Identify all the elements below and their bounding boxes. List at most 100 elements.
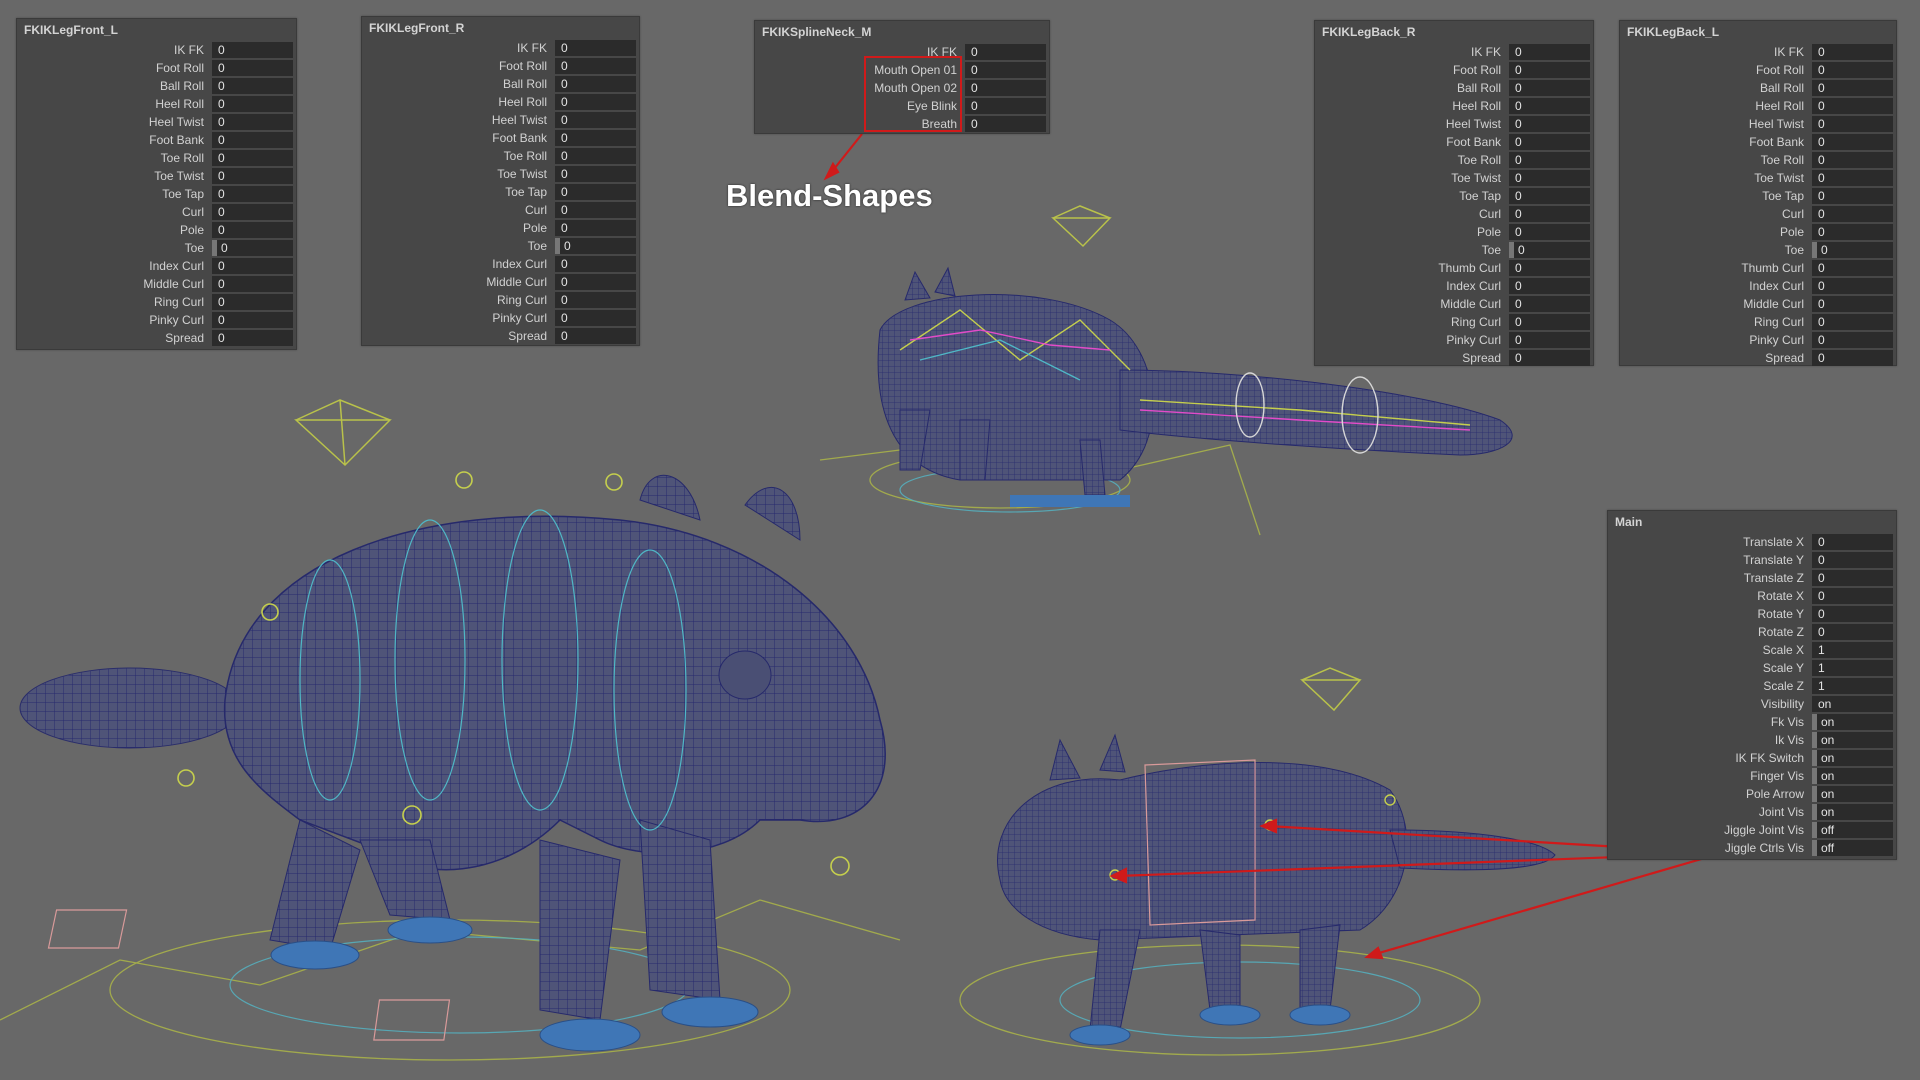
attribute-value-field[interactable]: 0: [212, 78, 293, 94]
attribute-value-field[interactable]: 0: [1812, 588, 1893, 604]
attribute-value-field[interactable]: 0: [555, 94, 636, 110]
attribute-value-field[interactable]: 0: [1812, 98, 1893, 114]
attribute-value-field[interactable]: 0: [1509, 134, 1590, 150]
attribute-value-field[interactable]: 0: [1509, 116, 1590, 132]
attribute-value-field[interactable]: 0: [1812, 552, 1893, 568]
attribute-label: Scale Z: [1763, 679, 1804, 693]
attribute-value-field[interactable]: 0: [1812, 314, 1893, 330]
attribute-value-field[interactable]: 0: [212, 132, 293, 148]
attribute-value-field[interactable]: 0: [212, 96, 293, 112]
attribute-value-field[interactable]: 0: [555, 148, 636, 164]
attribute-value-field[interactable]: 0: [1812, 62, 1893, 78]
attribute-value-field[interactable]: 1: [1812, 678, 1893, 694]
attribute-label: Pinky Curl: [1749, 333, 1804, 347]
attribute-value-field[interactable]: 0: [1812, 534, 1893, 550]
attribute-value-field[interactable]: 0: [1812, 606, 1893, 622]
attribute-value-field[interactable]: 0: [1509, 278, 1590, 294]
attribute-value-field[interactable]: 0: [965, 98, 1046, 114]
attribute-value-field[interactable]: 0: [1509, 242, 1590, 258]
attribute-value-field[interactable]: 0: [1509, 152, 1590, 168]
attribute-value-field[interactable]: 0: [1812, 152, 1893, 168]
attribute-value-field[interactable]: 0: [212, 150, 293, 166]
attribute-value-field[interactable]: on: [1812, 714, 1893, 730]
attribute-value-field[interactable]: 0: [1509, 170, 1590, 186]
attribute-value-field[interactable]: 0: [1509, 314, 1590, 330]
attribute-value-field[interactable]: 0: [1509, 296, 1590, 312]
attribute-value-field[interactable]: on: [1812, 804, 1893, 820]
attribute-value-field[interactable]: 0: [212, 168, 293, 184]
attribute-value-field[interactable]: 0: [1812, 350, 1893, 366]
attribute-value-field[interactable]: 0: [1812, 624, 1893, 640]
attribute-value-field[interactable]: 0: [212, 294, 293, 310]
attribute-value-field[interactable]: 0: [1509, 80, 1590, 96]
attribute-value-field[interactable]: 0: [555, 130, 636, 146]
attribute-value-field[interactable]: 0: [555, 40, 636, 56]
attribute-value-field[interactable]: 0: [555, 166, 636, 182]
attribute-label: Pole: [1476, 225, 1501, 239]
attribute-value-field[interactable]: 0: [1509, 260, 1590, 276]
attribute-value-field[interactable]: on: [1812, 750, 1893, 766]
attribute-value: 0: [1818, 189, 1825, 203]
attribute-value-field[interactable]: 0: [555, 310, 636, 326]
attribute-value-field[interactable]: 0: [555, 256, 636, 272]
attribute-value-field[interactable]: 0: [212, 42, 293, 58]
attribute-value-field[interactable]: 0: [1509, 98, 1590, 114]
attribute-value-field[interactable]: 0: [555, 184, 636, 200]
attribute-value-field[interactable]: 0: [1509, 188, 1590, 204]
attribute-value-field[interactable]: 0: [1812, 570, 1893, 586]
attribute-value-field[interactable]: 0: [1812, 188, 1893, 204]
attribute-row: Pole 0: [1315, 223, 1593, 241]
attribute-value-field[interactable]: 0: [212, 222, 293, 238]
attribute-value-field[interactable]: 0: [1812, 224, 1893, 240]
attribute-value-field[interactable]: 0: [555, 220, 636, 236]
attribute-value-field[interactable]: 0: [555, 112, 636, 128]
attribute-value-field[interactable]: 0: [1812, 116, 1893, 132]
attribute-value-field[interactable]: 0: [555, 328, 636, 344]
attribute-value-field[interactable]: 0: [1812, 278, 1893, 294]
attribute-value-field[interactable]: 0: [212, 186, 293, 202]
attribute-value-field[interactable]: 1: [1812, 642, 1893, 658]
attribute-value-field[interactable]: 0: [1812, 242, 1893, 258]
attribute-value-field[interactable]: 0: [212, 276, 293, 292]
attribute-value: 0: [1818, 589, 1825, 603]
attribute-value-field[interactable]: 0: [555, 274, 636, 290]
attribute-value-field[interactable]: 0: [555, 58, 636, 74]
attribute-value-field[interactable]: 0: [1509, 62, 1590, 78]
attribute-value-field[interactable]: 0: [212, 330, 293, 346]
attribute-value-field[interactable]: on: [1812, 768, 1893, 784]
attribute-value-field[interactable]: 0: [212, 60, 293, 76]
attribute-value-field[interactable]: 0: [1812, 296, 1893, 312]
attribute-value-field[interactable]: 0: [1812, 170, 1893, 186]
attribute-value-field[interactable]: 0: [1812, 80, 1893, 96]
attribute-value-field[interactable]: 0: [212, 258, 293, 274]
attribute-value-field[interactable]: 0: [212, 114, 293, 130]
attribute-value-field[interactable]: 0: [212, 312, 293, 328]
attribute-value-field[interactable]: 0: [212, 204, 293, 220]
attribute-value-field[interactable]: 0: [555, 202, 636, 218]
attribute-value-field[interactable]: on: [1812, 696, 1893, 712]
attribute-value-field[interactable]: 0: [965, 44, 1046, 60]
keyable-marker: [1812, 804, 1817, 820]
attribute-value-field[interactable]: 0: [965, 62, 1046, 78]
attribute-value-field[interactable]: 0: [1812, 260, 1893, 276]
attribute-value-field[interactable]: 0: [1812, 134, 1893, 150]
attribute-value-field[interactable]: off: [1812, 840, 1893, 856]
attribute-value-field[interactable]: 0: [555, 76, 636, 92]
attribute-value-field[interactable]: on: [1812, 732, 1893, 748]
attribute-value-field[interactable]: 0: [555, 292, 636, 308]
attribute-value-field[interactable]: 0: [212, 240, 293, 256]
attribute-value-field[interactable]: 0: [1509, 44, 1590, 60]
attribute-value-field[interactable]: 0: [1812, 44, 1893, 60]
attribute-value-field[interactable]: 0: [1509, 206, 1590, 222]
attribute-value-field[interactable]: 0: [1509, 332, 1590, 348]
attribute-value-field[interactable]: off: [1812, 822, 1893, 838]
attribute-value-field[interactable]: on: [1812, 786, 1893, 802]
attribute-value-field[interactable]: 0: [1509, 350, 1590, 366]
attribute-value-field[interactable]: 0: [1812, 332, 1893, 348]
attribute-value-field[interactable]: 0: [965, 116, 1046, 132]
attribute-value-field[interactable]: 0: [1812, 206, 1893, 222]
attribute-value-field[interactable]: 1: [1812, 660, 1893, 676]
attribute-value-field[interactable]: 0: [555, 238, 636, 254]
attribute-value-field[interactable]: 0: [1509, 224, 1590, 240]
attribute-value-field[interactable]: 0: [965, 80, 1046, 96]
